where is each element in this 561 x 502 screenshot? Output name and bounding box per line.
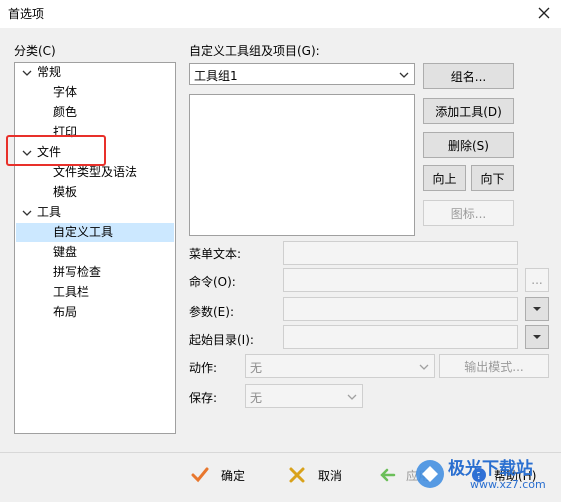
cancel-x-icon <box>289 467 305 483</box>
params-input[interactable] <box>283 297 518 321</box>
save-label: 保存: <box>189 391 218 405</box>
tool-list[interactable] <box>189 94 415 236</box>
command-input[interactable] <box>283 268 518 292</box>
tree-item-layout[interactable]: 布局 <box>53 303 77 322</box>
watermark-logo: 极光下载站 www.xz7.com <box>408 452 561 499</box>
chevron-down-icon[interactable] <box>21 207 33 219</box>
cancel-button[interactable]: 取消 <box>288 463 358 487</box>
tool-group-value: 工具组1 <box>194 69 238 83</box>
chevron-down-icon <box>533 335 541 339</box>
chevron-down-icon <box>533 307 541 311</box>
icon-button[interactable]: 图标... <box>423 200 514 226</box>
start-dir-menu-button[interactable] <box>525 325 549 349</box>
tree-item-spellcheck[interactable]: 拼写检查 <box>53 263 101 282</box>
window-title: 首选项 <box>8 7 45 21</box>
chevron-down-icon <box>347 394 357 400</box>
action-label: 动作: <box>189 361 218 375</box>
tree-item-custom-tools[interactable]: 自定义工具 <box>53 223 113 242</box>
delete-button[interactable]: 删除(S) <box>423 132 514 158</box>
tree-item-toolbar[interactable]: 工具栏 <box>53 283 89 302</box>
close-button[interactable] <box>533 2 555 24</box>
params-menu-button[interactable] <box>525 297 549 321</box>
browse-command-button[interactable]: ... <box>525 268 549 292</box>
start-dir-label: 起始目录(I): <box>189 333 254 347</box>
start-dir-input[interactable] <box>283 325 518 349</box>
chevron-down-icon <box>419 364 429 370</box>
tree-item-template[interactable]: 模板 <box>53 183 77 202</box>
add-tool-button[interactable]: 添加工具(D) <box>423 98 514 124</box>
cancel-label: 取消 <box>318 468 343 483</box>
menu-text-input[interactable] <box>283 241 518 265</box>
tree-item-color[interactable]: 颜色 <box>53 103 77 122</box>
ok-label: 确定 <box>221 468 246 483</box>
chevron-down-icon <box>399 72 409 78</box>
chevron-down-icon[interactable] <box>21 67 33 79</box>
title-bar <box>0 0 561 28</box>
tree-item-tools[interactable]: 工具 <box>37 203 61 222</box>
tree-item-font[interactable]: 字体 <box>53 83 77 102</box>
ok-button[interactable]: 确定 <box>191 463 261 487</box>
watermark-url: www.xz7.com <box>470 478 546 491</box>
category-tree[interactable]: 常规 字体 颜色 打印 文件 文件类型及语法 模板 工具 自定义工具 键盘 拼写… <box>14 62 176 434</box>
tree-item-keyboard[interactable]: 键盘 <box>53 243 77 262</box>
menu-text-label: 菜单文本: <box>189 247 242 261</box>
check-icon <box>191 467 209 483</box>
params-label: 参数(E): <box>189 305 234 319</box>
arrow-left-icon <box>380 468 396 482</box>
tool-group-select[interactable]: 工具组1 <box>189 63 415 85</box>
highlight-annotation <box>6 135 106 166</box>
command-label: 命令(O): <box>189 275 236 289</box>
group-name-button[interactable]: 组名... <box>423 63 514 89</box>
action-value: 无 <box>250 361 263 375</box>
action-select[interactable]: 无 <box>245 354 435 378</box>
close-icon <box>538 7 550 19</box>
move-up-button[interactable]: 向上 <box>423 165 466 191</box>
tree-item-general[interactable]: 常规 <box>37 63 61 82</box>
save-value: 无 <box>250 391 263 405</box>
watermark-text: 极光下载站 <box>448 459 533 479</box>
tool-group-label: 自定义工具组及项目(G): <box>189 44 320 58</box>
save-select[interactable]: 无 <box>245 384 363 408</box>
move-down-button[interactable]: 向下 <box>471 165 514 191</box>
output-mode-button[interactable]: 输出模式... <box>439 354 549 378</box>
category-label: 分类(C) <box>14 44 56 58</box>
